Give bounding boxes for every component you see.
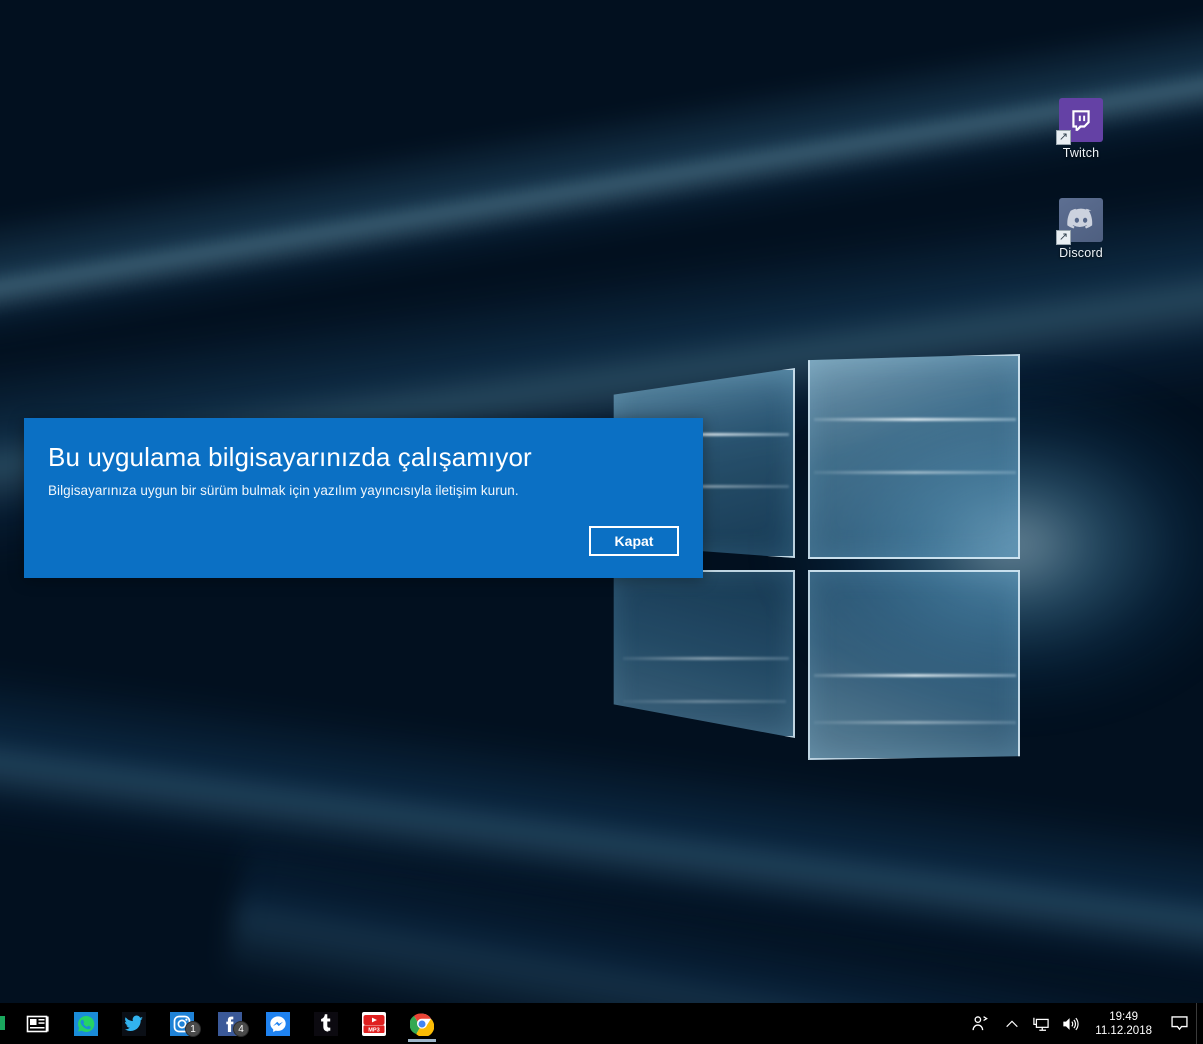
tray-people-button[interactable] (963, 1003, 997, 1044)
active-app-indicator (408, 1039, 436, 1042)
desktop-icon-twitch[interactable]: ↗ Twitch (1038, 98, 1124, 160)
discord-icon: ↗ (1056, 198, 1103, 245)
taskbar-item-youtube-mp3[interactable]: MP3 (350, 1003, 398, 1044)
tray-show-hidden-icons-button[interactable] (997, 1003, 1027, 1044)
chevron-up-icon (1006, 1020, 1019, 1027)
app-compatibility-error-dialog[interactable]: Bu uygulama bilgisayarınızda çalışamıyor… (24, 418, 703, 578)
tray-volume-button[interactable] (1055, 1003, 1085, 1044)
close-button[interactable]: Kapat (589, 526, 679, 556)
action-center-button[interactable] (1162, 1003, 1196, 1044)
taskbar-item-tumblr[interactable] (302, 1003, 350, 1044)
taskbar-items: 1 4 MP3 (0, 1003, 446, 1044)
clock-time: 19:49 (1109, 1010, 1139, 1023)
shortcut-overlay-icon: ↗ (1056, 230, 1071, 245)
people-icon (972, 1016, 988, 1031)
chrome-icon (410, 1012, 434, 1036)
taskbar-item-twitter[interactable] (110, 1003, 158, 1044)
taskbar-item-instagram[interactable]: 1 (158, 1003, 206, 1044)
dialog-body-text: Bilgisayarınıza uygun bir sürüm bulmak i… (48, 483, 519, 498)
messenger-icon (266, 1011, 290, 1036)
news-icon (26, 1015, 49, 1032)
notification-badge: 1 (185, 1021, 201, 1037)
youtube-mp3-icon: MP3 (362, 1011, 386, 1036)
taskbar-item-whatsapp[interactable] (62, 1003, 110, 1044)
system-tray: 19:49 11.12.2018 (963, 1003, 1203, 1044)
tumblr-icon (314, 1011, 338, 1036)
taskbar-item-messenger[interactable] (254, 1003, 302, 1044)
windows-logo-pane-top-right (808, 354, 1020, 559)
desktop-icon-label: Twitch (1062, 146, 1100, 160)
taskbar-item-facebook[interactable]: 4 (206, 1003, 254, 1044)
svg-text:MP3: MP3 (368, 1027, 380, 1033)
clock[interactable]: 19:49 11.12.2018 (1085, 1003, 1162, 1044)
windows-logo-pane-bottom-left (613, 570, 795, 738)
taskbar[interactable]: 1 4 MP3 19:49 11.12.2018 (0, 1003, 1203, 1044)
notification-badge: 4 (233, 1021, 249, 1037)
shortcut-overlay-icon: ↗ (1056, 130, 1071, 145)
clock-date: 11.12.2018 (1095, 1024, 1152, 1037)
desktop[interactable]: ↗ Twitch ↗ Discord Bu uygulama bilgisaya… (0, 0, 1203, 1044)
whatsapp-icon (74, 1011, 98, 1036)
desktop-icon-label: Discord (1059, 246, 1103, 260)
dialog-title: Bu uygulama bilgisayarınızda çalışamıyor (48, 442, 532, 472)
taskbar-item-chrome[interactable] (398, 1003, 446, 1044)
network-monitor-icon (1033, 1017, 1050, 1031)
taskbar-partial-icon[interactable] (0, 1003, 14, 1044)
windows-logo-pane-bottom-right (808, 570, 1020, 760)
taskbar-item-news-and-interests[interactable] (14, 1003, 62, 1044)
desktop-icon-discord[interactable]: ↗ Discord (1038, 198, 1124, 260)
show-desktop-button[interactable] (1196, 1003, 1203, 1044)
tray-network-button[interactable] (1027, 1003, 1055, 1044)
twitch-icon: ↗ (1056, 98, 1103, 145)
twitter-icon (122, 1011, 146, 1036)
partial-green-icon (0, 1016, 5, 1030)
speech-bubble-icon (1170, 1016, 1188, 1031)
speaker-icon (1063, 1017, 1079, 1030)
